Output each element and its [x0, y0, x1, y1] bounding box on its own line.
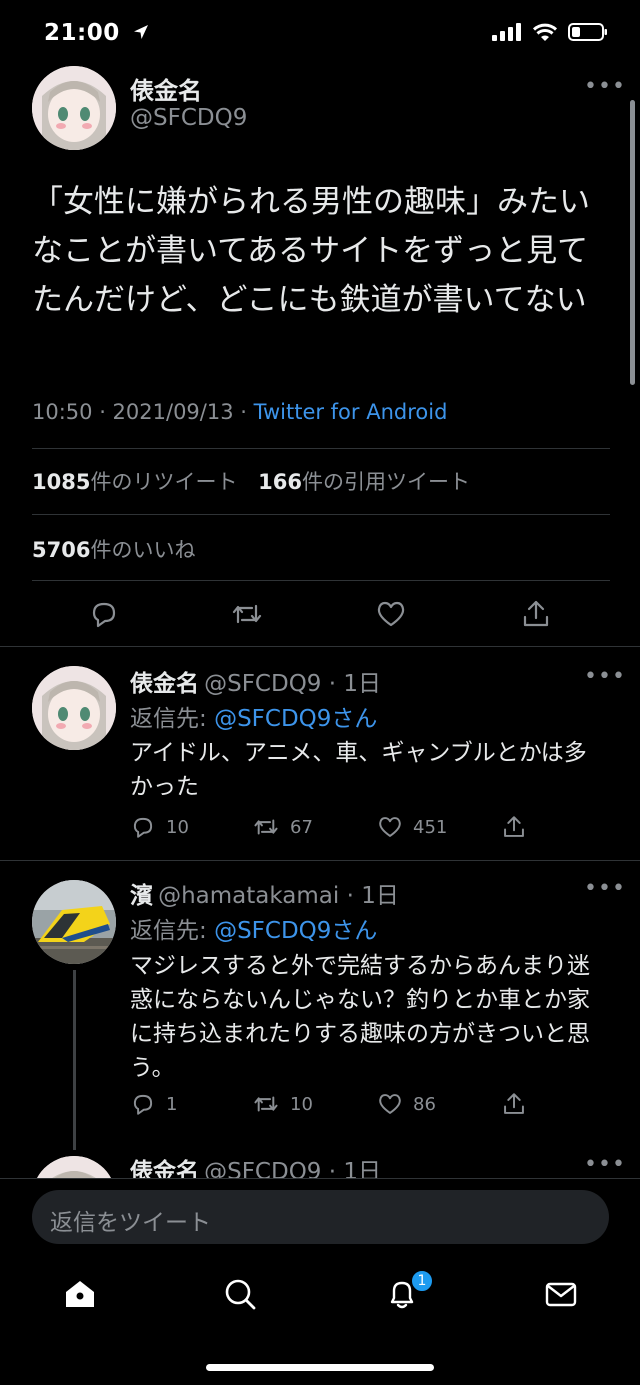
thread-line — [73, 970, 76, 1150]
retweet-button[interactable]: 67 — [252, 814, 313, 840]
reply-avatar[interactable] — [32, 880, 116, 964]
tweet-stats-row: 1085件のリツイート 166件の引用ツイート — [32, 466, 470, 496]
reply-more-icon[interactable]: ••• — [584, 664, 626, 689]
status-time: 21:00 — [44, 20, 150, 46]
reply-button[interactable]: 10 — [130, 814, 189, 840]
quotes-stat[interactable]: 166件の引用ツイート — [258, 470, 470, 494]
scrollbar[interactable] — [630, 100, 635, 385]
location-arrow-icon — [134, 25, 149, 39]
notification-badge: 1 — [410, 1269, 434, 1293]
reply-compose-input[interactable]: 返信をツイート — [32, 1190, 609, 1244]
tab-home[interactable] — [58, 1272, 102, 1316]
heart-icon — [379, 1094, 401, 1114]
reply-icon — [133, 817, 153, 838]
status-icons — [492, 22, 608, 42]
home-indicator[interactable] — [206, 1364, 434, 1371]
divider — [0, 860, 640, 861]
wifi-icon — [532, 23, 558, 41]
reply-more-icon[interactable]: ••• — [584, 1152, 626, 1177]
like-count: 451 — [413, 816, 448, 838]
heart-icon — [377, 601, 405, 627]
share-icon — [504, 816, 524, 837]
likes-stat[interactable]: 5706件のいいね — [32, 534, 195, 564]
reply-header: 濱 @hamatakamai · 1日 — [130, 876, 399, 910]
reply-button[interactable]: 1 — [130, 1091, 177, 1117]
reply-author-name[interactable]: 濱 — [130, 883, 153, 909]
retweet-icon — [232, 604, 262, 624]
anime-avatar-image — [32, 66, 116, 150]
search-icon — [225, 1279, 256, 1310]
main-tweet-source-link[interactable]: Twitter for Android — [254, 400, 448, 424]
main-tweet-text: 「女性に嫌がられる男性の趣味」みたいなことが書いてあるサイトをずっと見てたんだけ… — [32, 184, 590, 318]
retweets-stat[interactable]: 1085件のリツイート — [32, 470, 237, 494]
main-tweet-author-name[interactable]: 俵金名 — [130, 71, 202, 106]
reply-text: マジレスすると外で完結するからあんまり迷惑にならないんじゃない？釣りとか車とか家… — [130, 953, 590, 1081]
like-action-button[interactable] — [375, 598, 407, 634]
reply-author-name[interactable]: 俵金名 — [130, 671, 199, 697]
share-icon — [504, 1093, 524, 1114]
main-tweet-more-icon[interactable]: ••• — [584, 74, 626, 99]
retweet-action-button[interactable] — [230, 598, 264, 634]
share-action-button[interactable] — [520, 598, 552, 634]
reply-text: アイドル、アニメ、車、ギャンブルとかは多かった — [130, 740, 587, 800]
retweet-button[interactable]: 10 — [252, 1091, 313, 1117]
retweet-count: 67 — [290, 816, 313, 838]
reply-icon — [133, 1094, 153, 1115]
tab-messages[interactable] — [539, 1272, 583, 1316]
reply-icon — [92, 602, 116, 628]
reply-more-icon[interactable]: ••• — [584, 876, 626, 901]
divider — [32, 448, 610, 449]
envelope-icon — [545, 1282, 577, 1307]
reply-count: 1 — [166, 1093, 178, 1115]
retweet-count: 10 — [290, 1093, 313, 1115]
reply-handle-time[interactable]: @SFCDQ9 · 1日 — [204, 671, 381, 697]
anime-avatar-image — [32, 666, 116, 750]
reply-to-handle-link[interactable]: @SFCDQ9さん — [214, 706, 377, 732]
main-tweet-author-handle[interactable]: @SFCDQ9 — [130, 105, 247, 131]
like-button[interactable]: 451 — [377, 814, 447, 840]
share-button[interactable] — [501, 1091, 527, 1121]
main-tweet-timestamp: 10:50 · 2021/09/13 · — [32, 400, 254, 424]
retweet-icon — [254, 1096, 278, 1112]
reply-count: 10 — [166, 816, 189, 838]
share-button[interactable] — [501, 814, 527, 844]
reply-to-line: 返信先: @SFCDQ9さん — [130, 918, 378, 944]
tab-search[interactable] — [218, 1272, 262, 1316]
home-icon — [66, 1281, 94, 1307]
battery-icon — [568, 23, 607, 41]
share-icon — [523, 600, 549, 627]
train-avatar-image — [32, 880, 116, 964]
main-tweet-avatar[interactable] — [32, 66, 116, 150]
retweet-icon — [254, 819, 278, 835]
reply-header: 俵金名 @SFCDQ9 · 1日 — [130, 664, 381, 698]
heart-icon — [379, 817, 401, 837]
reply-avatar[interactable] — [32, 666, 116, 750]
reply-to-handle-link[interactable]: @SFCDQ9さん — [214, 918, 377, 944]
divider — [32, 580, 610, 581]
like-button[interactable]: 86 — [377, 1091, 436, 1117]
divider — [32, 514, 610, 515]
reply-handle-time[interactable]: @hamatakamai · 1日 — [158, 883, 399, 909]
like-count: 86 — [413, 1093, 436, 1115]
reply-action-button[interactable] — [88, 598, 120, 634]
reply-to-line: 返信先: @SFCDQ9さん — [130, 706, 378, 732]
main-tweet-meta: 10:50 · 2021/09/13 · Twitter for Android — [32, 400, 447, 424]
divider — [0, 646, 640, 647]
cellular-signal-icon — [492, 23, 521, 41]
